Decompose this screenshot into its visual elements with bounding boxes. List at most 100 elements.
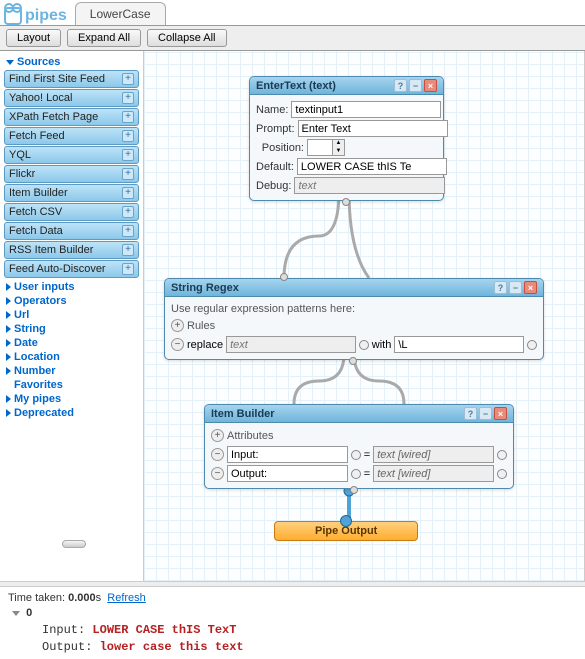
sidebar-section-date[interactable]: Date xyxy=(4,336,139,350)
source-item[interactable]: Find First Site Feed + xyxy=(4,70,139,88)
pipe-tab[interactable]: LowerCase xyxy=(75,2,166,25)
attr-key-input[interactable] xyxy=(227,446,348,463)
wire-port[interactable] xyxy=(497,450,507,460)
minimize-icon[interactable]: − xyxy=(479,407,492,420)
remove-attr-icon[interactable]: − xyxy=(211,448,224,461)
wire-port[interactable] xyxy=(351,469,361,479)
replace-input[interactable] xyxy=(226,336,356,353)
collapse-all-button[interactable]: Collapse All xyxy=(147,29,226,47)
module-titlebar[interactable]: EnterText (text) ? − × xyxy=(250,77,443,95)
section-label: Number xyxy=(14,365,56,377)
source-item[interactable]: YQL+ xyxy=(4,146,139,164)
module-string-regex[interactable]: String Regex ? − × Use regular expressio… xyxy=(164,278,544,360)
plus-icon[interactable]: + xyxy=(122,73,134,85)
sidebar-section-number[interactable]: Number xyxy=(4,364,139,378)
add-attr-icon[interactable]: + xyxy=(211,429,224,442)
layout-button[interactable]: Layout xyxy=(6,29,61,47)
output-port[interactable] xyxy=(342,198,350,206)
wire-port[interactable] xyxy=(359,340,369,350)
sidebar-section-my-pipes[interactable]: My pipes xyxy=(4,392,139,406)
source-label: Fetch Feed xyxy=(9,130,65,142)
plus-icon[interactable]: + xyxy=(122,92,134,104)
section-label: Location xyxy=(14,351,60,363)
module-titlebar[interactable]: String Regex ? − × xyxy=(165,279,543,297)
replace-label: replace xyxy=(187,339,223,351)
sidebar-section-operators[interactable]: Operators xyxy=(4,294,139,308)
source-label: Find First Site Feed xyxy=(9,73,105,85)
prompt-input[interactable] xyxy=(298,120,448,137)
output-value: lower case this text xyxy=(100,640,244,654)
output-port[interactable] xyxy=(350,486,358,494)
wire-port[interactable] xyxy=(497,469,507,479)
refresh-link[interactable]: Refresh xyxy=(107,592,146,604)
source-item[interactable]: RSS Item Builder+ xyxy=(4,241,139,259)
input-port[interactable] xyxy=(280,273,288,281)
name-input[interactable] xyxy=(291,101,441,118)
close-icon[interactable]: × xyxy=(524,281,537,294)
source-item[interactable]: Fetch Data+ xyxy=(4,222,139,240)
sidebar-section-user-inputs[interactable]: User inputs xyxy=(4,280,139,294)
output-label: Output: xyxy=(42,640,100,654)
sidebar-section-location[interactable]: Location xyxy=(4,350,139,364)
module-titlebar[interactable]: Item Builder ? − × xyxy=(205,405,513,423)
sidebar-section-url[interactable]: Url xyxy=(4,308,139,322)
pipe-output[interactable]: Pipe Output xyxy=(274,521,418,541)
help-icon[interactable]: ? xyxy=(464,407,477,420)
default-input[interactable] xyxy=(297,158,447,175)
plus-icon[interactable]: + xyxy=(122,111,134,123)
horizontal-splitter[interactable] xyxy=(0,581,585,587)
plus-icon[interactable]: + xyxy=(122,168,134,180)
minimize-icon[interactable]: − xyxy=(409,79,422,92)
source-item[interactable]: Feed Auto-Discover+ xyxy=(4,260,139,278)
attr-val-input[interactable] xyxy=(373,465,494,482)
section-label: String xyxy=(14,323,46,335)
source-item[interactable]: Fetch Feed + xyxy=(4,127,139,145)
debug-input[interactable] xyxy=(294,177,445,194)
minimize-icon[interactable]: − xyxy=(509,281,522,294)
source-item[interactable]: XPath Fetch Page + xyxy=(4,108,139,126)
plus-icon[interactable]: + xyxy=(122,263,134,275)
chevron-right-icon xyxy=(6,283,11,291)
source-item[interactable]: Yahoo! Local+ xyxy=(4,89,139,107)
input-label: Input: xyxy=(42,623,92,637)
plus-icon[interactable]: + xyxy=(122,206,134,218)
source-item[interactable]: Item Builder+ xyxy=(4,184,139,202)
source-item[interactable]: Fetch CSV+ xyxy=(4,203,139,221)
sources-header[interactable]: Sources xyxy=(4,55,139,69)
pipes-icon xyxy=(4,7,22,25)
chevron-right-icon xyxy=(6,339,11,347)
plus-icon[interactable]: + xyxy=(122,130,134,142)
canvas[interactable]: EnterText (text) ? − × Name: Prompt: Pos… xyxy=(144,51,585,581)
chevron-down-icon[interactable] xyxy=(12,611,20,616)
app-logo[interactable]: pipes xyxy=(4,7,67,25)
sidebar-section-favorites[interactable]: Favorites xyxy=(4,378,139,392)
module-item-builder[interactable]: Item Builder ? − × + Attributes − = − xyxy=(204,404,514,489)
module-entertext[interactable]: EnterText (text) ? − × Name: Prompt: Pos… xyxy=(249,76,444,201)
plus-icon[interactable]: + xyxy=(122,244,134,256)
attr-key-input[interactable] xyxy=(227,465,348,482)
sources-label: Sources xyxy=(17,56,60,68)
close-icon[interactable]: × xyxy=(424,79,437,92)
with-input[interactable] xyxy=(394,336,524,353)
plus-icon[interactable]: + xyxy=(122,225,134,237)
chevron-right-icon xyxy=(6,353,11,361)
sidebar-section-string[interactable]: String xyxy=(4,322,139,336)
wire-port[interactable] xyxy=(527,340,537,350)
position-stepper[interactable]: ▲▼ xyxy=(307,139,345,156)
sidebar-section-deprecated[interactable]: Deprecated xyxy=(4,406,139,420)
plus-icon[interactable]: + xyxy=(122,149,134,161)
plus-icon[interactable]: + xyxy=(122,187,134,199)
close-icon[interactable]: × xyxy=(494,407,507,420)
source-item[interactable]: Flickr+ xyxy=(4,165,139,183)
remove-attr-icon[interactable]: − xyxy=(211,467,224,480)
wire-port[interactable] xyxy=(351,450,361,460)
output-port[interactable] xyxy=(349,357,357,365)
add-rule-icon[interactable]: + xyxy=(171,319,184,332)
help-icon[interactable]: ? xyxy=(494,281,507,294)
sidebar-resize-handle[interactable] xyxy=(62,540,86,548)
source-label: XPath Fetch Page xyxy=(9,111,98,123)
remove-rule-icon[interactable]: − xyxy=(171,338,184,351)
attr-val-input[interactable] xyxy=(373,446,494,463)
expand-all-button[interactable]: Expand All xyxy=(67,29,141,47)
help-icon[interactable]: ? xyxy=(394,79,407,92)
